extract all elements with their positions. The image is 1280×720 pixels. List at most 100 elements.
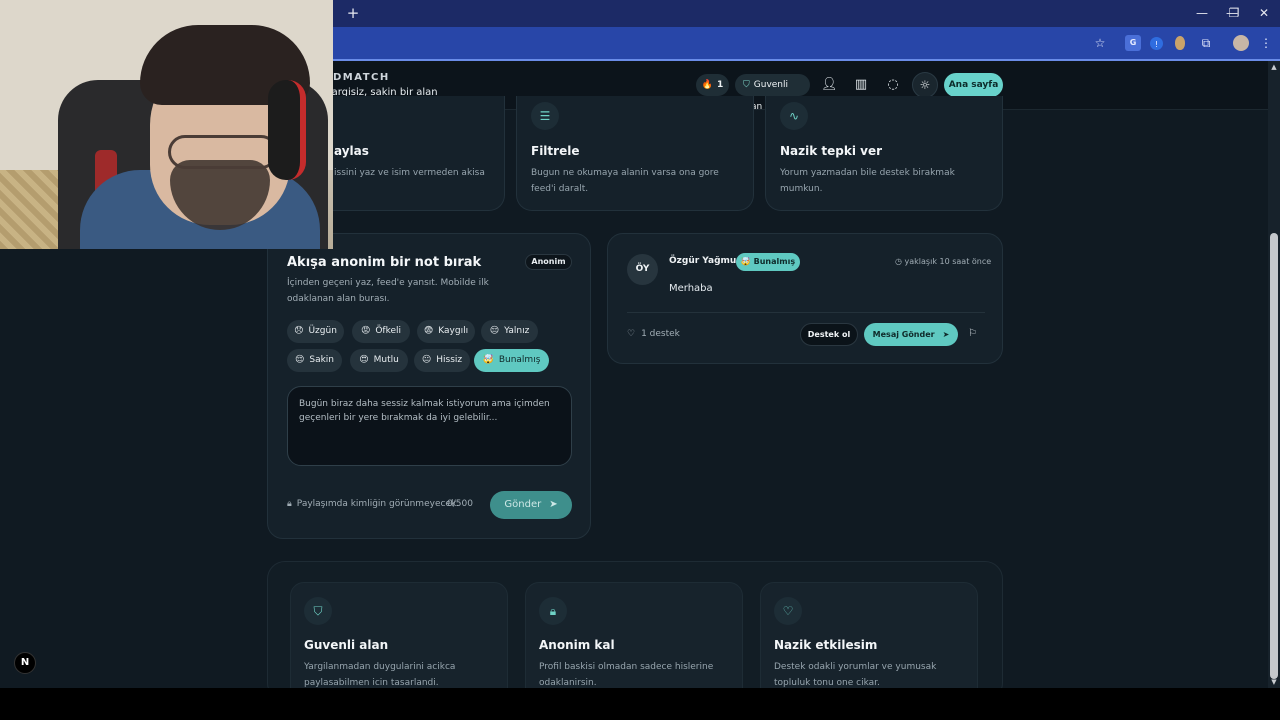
brand-name[interactable]: DMATCH [333, 72, 390, 83]
theme-toggle-button[interactable]: ☼ [912, 72, 938, 98]
send-label: Gönder [504, 499, 542, 510]
send-icon: ➤ [549, 499, 558, 510]
happy-icon: 😍 [359, 355, 369, 365]
char-counter: 0/500 [447, 499, 473, 509]
anxious-icon: 😨 [423, 326, 434, 336]
angry-icon: 😡 [360, 326, 371, 336]
webcam-person-glasses [168, 135, 278, 169]
post-author: Özgür Yağmur [669, 256, 741, 266]
features-section: ⛉ Guvenli alan Yargilanmadan duygularini… [267, 561, 1003, 712]
sun-icon: ☼ [919, 78, 931, 92]
home-button[interactable]: Ana sayfa [944, 73, 1003, 97]
mood-chip-bunalmis[interactable]: 🤯 Bunalmış [474, 349, 549, 372]
heart-icon: ♡ [774, 597, 802, 625]
mood-label: Öfkeli [375, 326, 402, 336]
stats-icon[interactable]: ▥ [853, 77, 869, 93]
mood-chip-mutlu[interactable]: 😍 Mutlu [350, 349, 408, 372]
privacy-note: 🔒︎ Paylaşımda kimliğin görünmeyecek. [287, 499, 459, 509]
calm-icon: 😌 [294, 355, 305, 365]
card-title: Nazik tepki ver [780, 144, 883, 158]
puzzle-icon[interactable]: ⧉ [1198, 35, 1214, 51]
mood-label: Yalnız [504, 326, 530, 336]
profile-icon[interactable] [1233, 35, 1249, 51]
mood-label: Sakin [309, 355, 335, 365]
mood-chip-sakin[interactable]: 😌 Sakin [287, 349, 342, 372]
sliders-icon: ☰ [531, 102, 559, 130]
shield-check-icon: ⛉ [304, 597, 332, 625]
scroll-down-icon[interactable]: ▼ [1270, 678, 1278, 686]
feature-card-filter: ☰ Filtrele Bugun ne okumaya alanin varsa… [516, 96, 754, 211]
send-button[interactable]: Gönder ➤ [490, 491, 572, 519]
note-textarea[interactable]: Bugün biraz daha sessiz kalmak istiyorum… [287, 386, 572, 466]
numb-icon: 😐 [421, 355, 432, 365]
chat-icon[interactable]: ◌ [885, 77, 901, 93]
overwhelmed-icon: 🤯 [482, 355, 494, 365]
webcam-overlay [0, 0, 333, 249]
flame-icon: 🔥 [701, 80, 713, 90]
user-icon[interactable]: 👤︎ [821, 77, 838, 93]
heart-icon: ♡ [627, 329, 636, 339]
lonely-icon: 😔 [489, 326, 500, 336]
compose-subtitle: İçinden geçeni yaz, feed'e yansıt. Mobil… [287, 278, 489, 304]
next-dev-badge[interactable]: N [14, 652, 36, 674]
note-placeholder: Bugün biraz daha sessiz kalmak istiyorum… [299, 399, 550, 423]
page-scrollbar[interactable]: ▲ ▼ [1268, 61, 1280, 688]
extension-icon[interactable]: ! [1150, 37, 1163, 50]
support-button[interactable]: Destek ol [800, 323, 858, 346]
support-count: ♡ 1 destek [627, 329, 680, 339]
lock-icon: 🔒︎ [287, 499, 292, 509]
screen-bottom-bar [0, 688, 1280, 720]
lock-icon: 🔒︎ [539, 597, 567, 625]
webcam-headset [268, 80, 306, 180]
restore-icon[interactable]: ❐ [1219, 4, 1249, 22]
feature-title: Anonim kal [539, 638, 615, 652]
mood-label: Hissiz [436, 355, 463, 365]
privacy-text: Paylaşımda kimliğin görünmeyecek. [296, 499, 460, 509]
send-message-button[interactable]: Mesaj Gönder ➤ [864, 323, 958, 346]
card-text: Bugun ne okumaya alanin varsa ona gore f… [531, 168, 719, 194]
feature-title: Nazik etkilesim [774, 638, 878, 652]
new-tab-button[interactable]: + [345, 4, 361, 22]
safe-space-badge[interactable]: ⛉Guvenli alan [735, 74, 810, 112]
post-mood-badge: 🤯 Bunalmış [736, 253, 800, 271]
scrollbar-thumb[interactable] [1270, 233, 1278, 679]
mood-label: Mutlu [373, 355, 399, 365]
mood-chip-hissiz[interactable]: 😐 Hissiz [414, 349, 470, 372]
extension-icon[interactable] [1175, 36, 1185, 50]
post-body: Merhaba [669, 283, 713, 294]
compose-title: Akışa anonim bir not bırak [287, 255, 482, 270]
screen: + — ☆ G ! ⧉ ⋮ — ❐ ✕ DMATCH n, yargisiz, … [0, 0, 1280, 720]
mood-label: Bunalmış [498, 355, 541, 365]
card-text: Yorum yazmadan bile destek birakmak mumk… [780, 168, 955, 194]
anonymous-badge: Anonim [525, 254, 572, 270]
mood-chip-kaygili[interactable]: 😨 Kaygılı [417, 320, 475, 343]
send-message-label: Mesaj Gönder [872, 330, 935, 339]
avatar: ÖY [627, 254, 658, 285]
card-text: issini yaz ve isim vermeden akisa [334, 168, 485, 178]
feature-text: Destek odakli yorumlar ve yumusak toplul… [774, 662, 937, 688]
feed-post-card: ÖY Özgür Yağmur 🤯 Bunalmış ◷ yaklaşık 10… [607, 233, 1003, 364]
mood-chip-ofkeli[interactable]: 😡 Öfkeli [352, 320, 410, 343]
flag-icon[interactable]: ⚐ [968, 328, 977, 339]
mood-label: Üzgün [308, 326, 337, 336]
mood-label: Kaygılı [438, 326, 469, 336]
scroll-up-icon[interactable]: ▲ [1270, 63, 1278, 71]
streak-badge[interactable]: 🔥 1 [696, 74, 729, 96]
feature-title: Guvenli alan [304, 638, 389, 652]
post-time: ◷ yaklaşık 10 saat önce [895, 257, 991, 266]
streak-count: 1 [716, 80, 724, 90]
minimize-icon[interactable]: — [1187, 4, 1217, 22]
close-icon[interactable]: ✕ [1249, 4, 1279, 22]
pulse-icon: ∿ [780, 102, 808, 130]
mood-chip-yalniz[interactable]: 😔 Yalnız [481, 320, 538, 343]
translate-icon[interactable]: G [1125, 35, 1141, 51]
menu-icon[interactable]: ⋮ [1258, 35, 1274, 51]
sad-icon: 😞 [294, 326, 304, 336]
feature-card-react: ∿ Nazik tepki ver Yorum yazmadan bile de… [765, 96, 1003, 211]
clock-icon: ◷ [895, 257, 905, 266]
mood-chip-uzgun[interactable]: 😞 Üzgün [287, 320, 344, 343]
post-time-text: yaklaşık 10 saat önce [904, 257, 992, 266]
compose-card: Akışa anonim bir not bırak Anonim İçinde… [267, 233, 591, 539]
star-icon[interactable]: ☆ [1092, 35, 1108, 51]
post-divider [627, 312, 985, 313]
